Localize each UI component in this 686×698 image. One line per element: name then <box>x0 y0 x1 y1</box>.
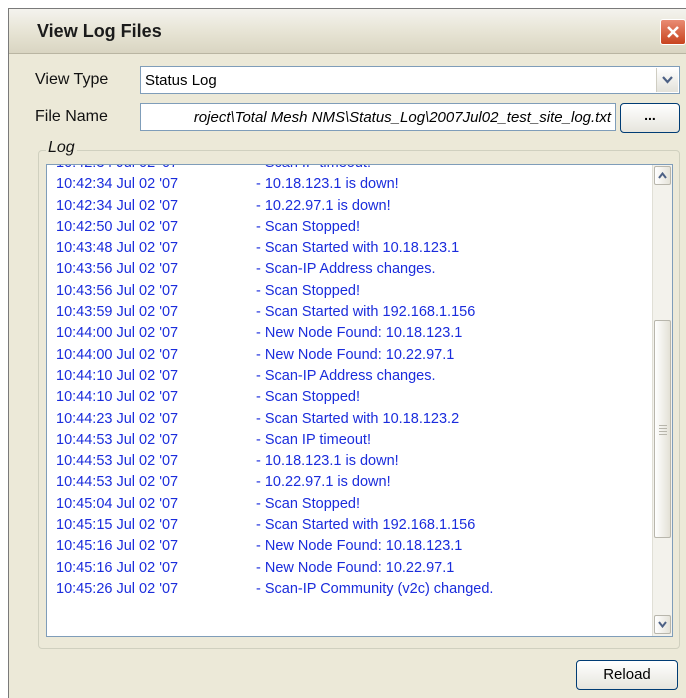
log-entry: 10:44:00 Jul 02 '07 - New Node Found: 10.… <box>47 325 647 346</box>
scroll-thumb[interactable] <box>654 320 671 538</box>
scroll-up-arrow-icon <box>658 172 667 179</box>
browse-button[interactable]: ... <box>620 103 680 133</box>
log-entry-message: - New Node Found: 10.22.97.1 <box>256 559 455 576</box>
log-entry-message: - Scan-IP Community (v2c) changed. <box>256 580 494 597</box>
log-entry-time: 10:45:04 Jul 02 '07 <box>56 495 179 512</box>
log-entry-time: 10:45:16 Jul 02 '07 <box>56 559 179 576</box>
log-entry-message: - Scan Stopped! <box>256 389 360 406</box>
reload-button[interactable]: Reload <box>576 660 678 690</box>
log-entry: 10:45:15 Jul 02 '07 - Scan Started with 1… <box>47 517 647 538</box>
log-entry-time: 10:43:56 Jul 02 '07 <box>56 282 179 299</box>
close-button[interactable] <box>660 19 686 45</box>
log-entry-time: 10:45:26 Jul 02 '07 <box>56 580 179 597</box>
log-entry: 10:43:48 Jul 02 '07 - Scan Started with 1… <box>47 240 647 261</box>
log-entry-message: - 10.22.97.1 is down! <box>256 474 391 491</box>
log-entry: 10:45:26 Jul 02 '07 - Scan-IP Community (… <box>47 581 647 602</box>
file-name-field[interactable]: roject\Total Mesh NMS\Status_Log\2007Jul… <box>140 103 616 131</box>
log-entry-message: - Scan Stopped! <box>256 495 360 512</box>
log-entry-time: 10:43:56 Jul 02 '07 <box>56 261 179 278</box>
log-entry-message: - 10.18.123.1 is down! <box>256 176 399 193</box>
log-entry: 10:44:53 Jul 02 '07 - 10.22.97.1 is down! <box>47 474 647 495</box>
log-entry: 10:42:34 Jul 02 '07 - 10.22.97.1 is down! <box>47 198 647 219</box>
view-type-value: Status Log <box>145 72 217 89</box>
log-entry-time: 10:44:53 Jul 02 '07 <box>56 453 179 470</box>
log-entry-time: 10:42:34 Jul 02 '07 <box>56 165 178 171</box>
scroll-down-button[interactable] <box>654 615 671 634</box>
log-entry-time: 10:44:00 Jul 02 '07 <box>56 346 179 363</box>
view-type-label: View Type <box>35 71 109 88</box>
log-entry-time: 10:45:16 Jul 02 '07 <box>56 538 179 555</box>
log-entry-time: 10:42:34 Jul 02 '07 <box>56 197 179 214</box>
log-entry: 10:42:34 Jul 02 '07 - 10.18.123.1 is down… <box>47 176 647 197</box>
file-name-label: File Name <box>35 108 108 125</box>
log-entry: 10:42:34 Jul 02 '07 - Scan IP timeout! <box>47 165 647 176</box>
log-entry-time: 10:43:59 Jul 02 '07 <box>56 304 179 321</box>
log-rows: 10:42:34 Jul 02 '07- Scan IP timeout!10:… <box>47 165 647 602</box>
log-entry-time: 10:44:10 Jul 02 '07 <box>56 367 179 384</box>
log-entry: 10:44:00 Jul 02 '07 - New Node Found: 10.… <box>47 347 647 368</box>
scroll-down-arrow-icon <box>658 621 667 628</box>
vertical-scrollbar[interactable] <box>652 165 672 636</box>
log-list[interactable]: 10:42:34 Jul 02 '07- Scan IP timeout!10:… <box>46 164 673 637</box>
log-entry: 10:44:53 Jul 02 '07 - Scan IP timeout! <box>47 432 647 453</box>
log-entry: 10:43:56 Jul 02 '07 - Scan Stopped! <box>47 283 647 304</box>
log-entry-time: 10:44:00 Jul 02 '07 <box>56 325 179 342</box>
log-entry-message: - Scan Stopped! <box>256 218 360 235</box>
log-entry: 10:44:10 Jul 02 '07 - Scan-IP Address cha… <box>47 368 647 389</box>
log-entry-message: - 10.18.123.1 is down! <box>256 453 399 470</box>
file-name-value: roject\Total Mesh NMS\Status_Log\2007Jul… <box>193 109 611 126</box>
log-entry-time: 10:42:50 Jul 02 '07 <box>56 218 179 235</box>
log-entry: 10:45:16 Jul 02 '07 - New Node Found: 10.… <box>47 560 647 581</box>
view-log-files-dialog: View Log Files View Type Status Log File… <box>8 8 686 698</box>
log-group-label: Log <box>46 139 77 157</box>
log-entry: 10:44:53 Jul 02 '07 - 10.18.123.1 is down… <box>47 453 647 474</box>
log-entry: 10:45:16 Jul 02 '07 - New Node Found: 10.… <box>47 538 647 559</box>
log-entry-message: - Scan Stopped! <box>256 282 360 299</box>
window-title: View Log Files <box>37 21 162 41</box>
log-entry-message: - Scan Started with 10.18.123.1 <box>256 240 460 257</box>
log-entry-time: 10:44:53 Jul 02 '07 <box>56 474 179 491</box>
scroll-up-button[interactable] <box>654 166 671 185</box>
close-icon <box>667 26 679 38</box>
view-type-dropdown[interactable]: Status Log <box>140 66 680 94</box>
log-entry: 10:44:23 Jul 02 '07 - Scan Started with 1… <box>47 411 647 432</box>
log-entry: 10:45:04 Jul 02 '07 - Scan Stopped! <box>47 496 647 517</box>
log-entry-message: - Scan IP timeout! <box>256 431 371 448</box>
log-entry-message: - Scan Started with 192.168.1.156 <box>256 304 476 321</box>
log-entry-time: 10:44:53 Jul 02 '07 <box>56 431 179 448</box>
log-entry-time: 10:44:10 Jul 02 '07 <box>56 389 179 406</box>
log-entry: 10:42:50 Jul 02 '07 - Scan Stopped! <box>47 219 647 240</box>
log-entry-message: - Scan-IP Address changes. <box>256 261 436 278</box>
log-entry-time: 10:45:15 Jul 02 '07 <box>56 517 179 534</box>
log-entry: 10:43:59 Jul 02 '07 - Scan Started with 1… <box>47 304 647 325</box>
log-entry-time: 10:44:23 Jul 02 '07 <box>56 410 179 427</box>
log-entry-time: 10:43:48 Jul 02 '07 <box>56 240 179 257</box>
scroll-grip <box>659 425 667 437</box>
title-bar[interactable]: View Log Files <box>9 9 686 54</box>
dropdown-arrow-button[interactable] <box>656 68 678 92</box>
log-entry-message: - Scan IP timeout! <box>256 165 371 171</box>
log-entry: 10:44:10 Jul 02 '07 - Scan Stopped! <box>47 389 647 410</box>
log-entry-message: - Scan Started with 192.168.1.156 <box>256 517 476 534</box>
log-entry-message: - New Node Found: 10.18.123.1 <box>256 538 463 555</box>
log-entry-time: 10:42:34 Jul 02 '07 <box>56 176 179 193</box>
log-entry-message: - New Node Found: 10.22.97.1 <box>256 346 455 363</box>
log-entry-message: - Scan-IP Address changes. <box>256 367 436 384</box>
log-entry-message: - 10.22.97.1 is down! <box>256 197 391 214</box>
chevron-down-icon <box>662 76 673 84</box>
log-entry-message: - Scan Started with 10.18.123.2 <box>256 410 460 427</box>
log-entry-message: - New Node Found: 10.18.123.1 <box>256 325 463 342</box>
log-entry: 10:43:56 Jul 02 '07 - Scan-IP Address cha… <box>47 261 647 282</box>
